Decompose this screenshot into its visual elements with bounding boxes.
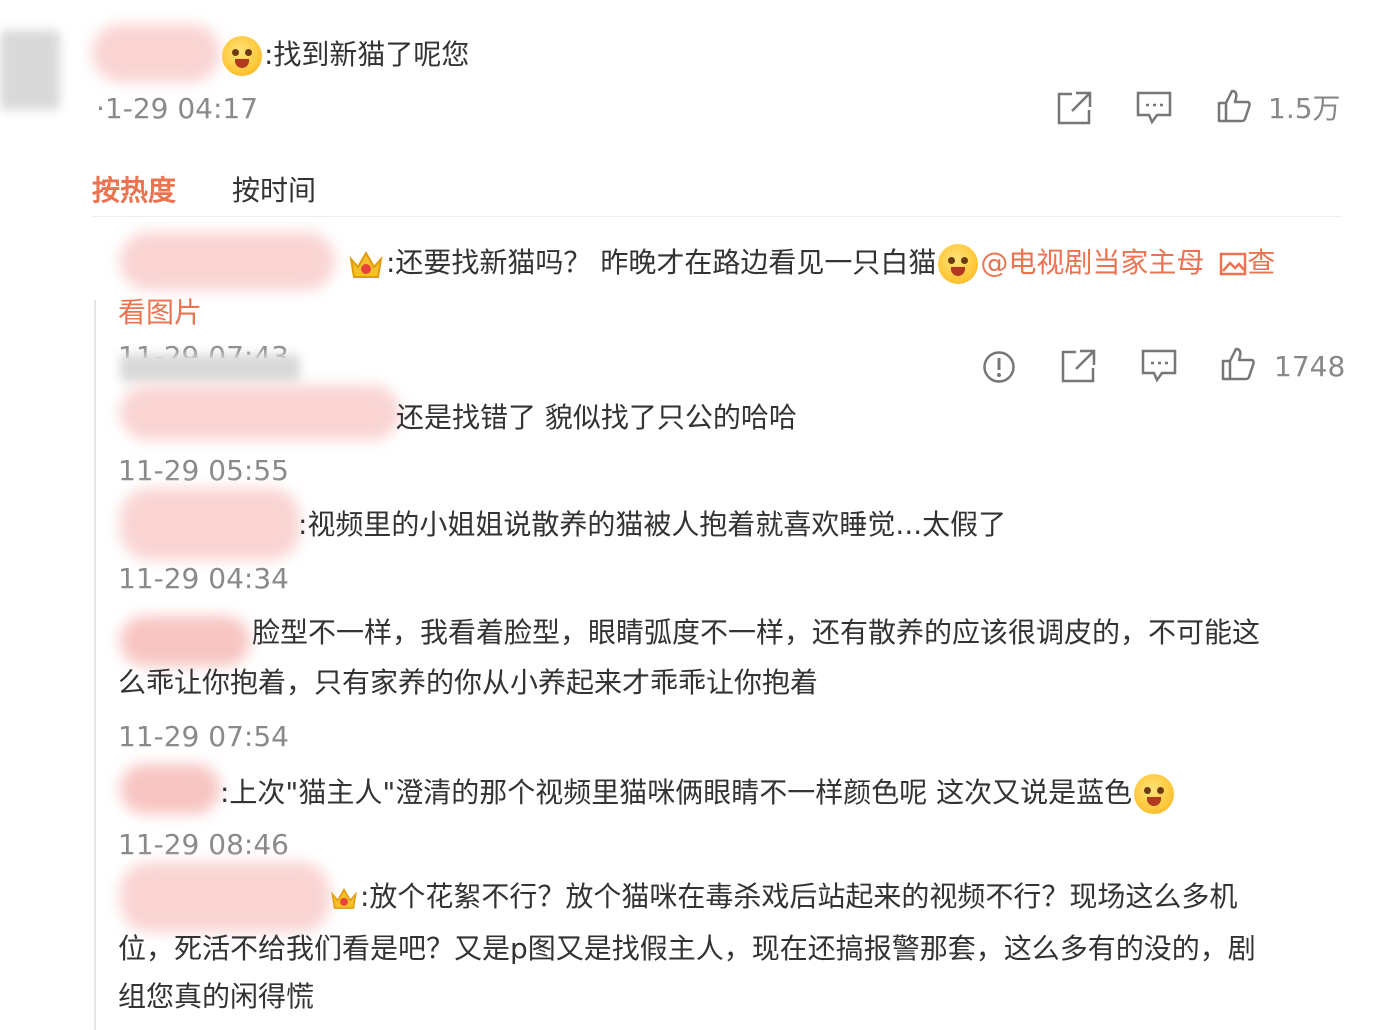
- reply-thread-line: [94, 300, 96, 1030]
- reply-text: 还是找错了 貌似找了只公的哈哈: [396, 401, 797, 434]
- username-redacted[interactable]: [120, 764, 220, 814]
- reply-time: 11-29 08:46: [118, 828, 289, 858]
- post-text: :找到新猫了呢您: [264, 38, 470, 71]
- reply-text-line1: 脸型不一样，我看着脸型，眼睛弧度不一样，还有散养的应该很调皮的，不可能这: [252, 616, 1261, 649]
- divider: [92, 216, 1342, 217]
- mention-link[interactable]: @电视剧当家主母: [980, 246, 1204, 279]
- username-redacted[interactable]: [120, 385, 400, 440]
- reply-text-row: :上次"猫主人"澄清的那个视频里猫咪俩眼睛不一样颜色呢 这次又说是蓝色: [220, 774, 1176, 814]
- reply-text-line2: 么乖让你抱着，只有家养的你从小养起来才乖乖让你抱着: [118, 666, 819, 699]
- smile-emoji-icon: [938, 244, 979, 284]
- crown-badge-icon: [349, 250, 383, 278]
- reply-text-row: :放个花絮不行？放个猫咪在毒杀戏后站起来的视频不行？现场这么多机: [330, 880, 1237, 914]
- reply-text: :上次"猫主人"澄清的那个视频里猫咪俩眼睛不一样颜色呢 这次又说是蓝色: [220, 776, 1133, 809]
- tab-sort-hot[interactable]: 按热度: [92, 174, 176, 208]
- reply-time: 11-29 05:55: [118, 454, 289, 486]
- smile-emoji-icon: [1134, 774, 1175, 814]
- view-image-link-b[interactable]: 看图片: [118, 296, 202, 330]
- image-icon[interactable]: [1219, 251, 1247, 277]
- username-redacted[interactable]: [92, 24, 220, 82]
- share-icon[interactable]: [1056, 90, 1094, 126]
- comment-icon[interactable]: [1135, 90, 1173, 126]
- reply-text-line1: :放个花絮不行？放个猫咪在毒杀戏后站起来的视频不行？现场这么多机: [360, 880, 1238, 913]
- top-comment-like-count: 1748: [1274, 350, 1346, 383]
- share-icon[interactable]: [1060, 348, 1098, 384]
- post-like-count: 1.5万: [1268, 92, 1341, 125]
- username-redacted[interactable]: [120, 232, 335, 290]
- tab-sort-time[interactable]: 按时间: [232, 174, 316, 208]
- reply-text: :视频里的小姐姐说散养的猫被人抱着就喜欢睡觉...太假了: [298, 508, 1007, 541]
- redacted-block: [120, 354, 300, 382]
- reply-text-line2: 位，死活不给我们看是吧？又是p图又是找假主人，现在还搞报警那套，这么多有的没的，…: [118, 932, 1256, 965]
- comment-icon[interactable]: [1140, 348, 1178, 384]
- like-icon[interactable]: [1216, 88, 1252, 124]
- top-comment-text: :还要找新猫吗？ 昨晚才在路边看见一只白猫: [386, 246, 937, 279]
- avatar[interactable]: [0, 30, 60, 110]
- username-redacted[interactable]: [120, 862, 330, 932]
- reply-text-line3: 组您真的闲得慌: [118, 980, 315, 1013]
- username-redacted[interactable]: [120, 616, 250, 666]
- reply-time: 11-29 04:34: [118, 562, 289, 595]
- reply-time: 11-29 07:54: [118, 720, 289, 753]
- post-time: ·1-29 04:17: [96, 92, 259, 125]
- top-comment-row: :还要找新猫吗？ 昨晚才在路边看见一只白猫 @电视剧当家主母 查: [348, 244, 1275, 284]
- report-icon[interactable]: [982, 350, 1016, 384]
- view-image-link-a[interactable]: 查: [1247, 246, 1275, 279]
- username-redacted[interactable]: [120, 488, 300, 560]
- post-text-row: :找到新猫了呢您: [220, 36, 469, 76]
- like-icon[interactable]: [1220, 346, 1256, 382]
- smile-emoji-icon: [222, 36, 262, 76]
- crown-badge-icon: [331, 887, 357, 909]
